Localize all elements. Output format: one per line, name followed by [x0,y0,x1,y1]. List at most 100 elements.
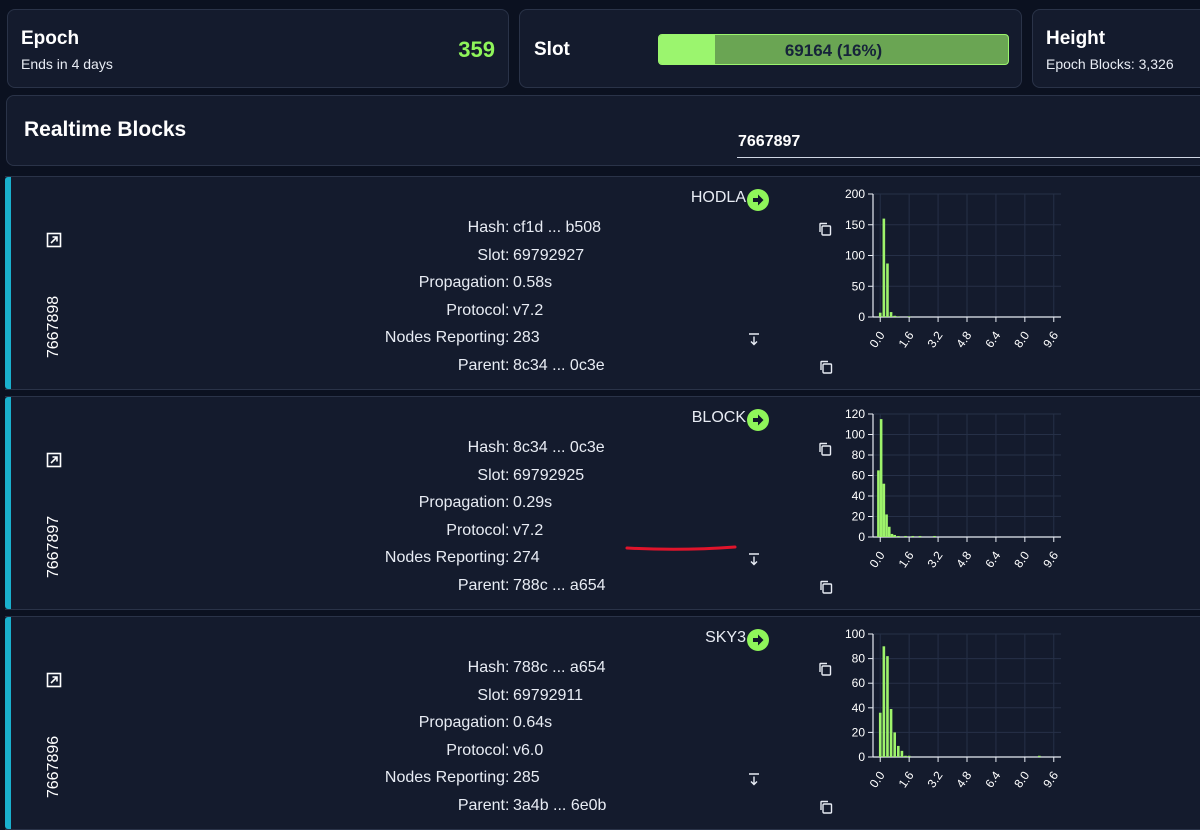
pool-name[interactable]: SKY3 [705,629,746,647]
arrow-right-circle-icon[interactable] [747,189,769,211]
field-colon: : [505,521,510,539]
copy-icon[interactable] [819,800,833,814]
x-tick-label: 4.8 [953,768,974,790]
slot-value: 69792927 [513,246,585,264]
sort-down-icon[interactable] [747,772,761,786]
field-colon: : [505,329,510,347]
arrow-right-circle-icon[interactable] [747,409,769,431]
copy-icon[interactable] [819,360,833,374]
field-colon: : [505,686,510,704]
external-link-icon[interactable] [46,232,62,248]
external-link-icon[interactable] [46,672,62,688]
slot-label: Slot [477,246,505,264]
nodes-value: 285 [513,769,540,787]
slot-title: Slot [534,39,570,60]
field-slot: Slot:69792925 [405,467,835,491]
y-tick-label: 60 [852,469,866,483]
field-hash: Hash: cf1d ... b508 [405,219,835,243]
x-tick-label: 1.6 [896,328,917,350]
block-accent-bar [5,397,11,609]
y-tick-label: 100 [845,428,865,442]
histogram-bar [907,316,911,317]
block-accent-bar [5,617,11,829]
protocol-label: Protocol [446,741,505,759]
field-propagation: Propagation:0.58s [405,274,835,298]
histogram-bar [907,755,911,757]
parent-value: 3a4b ... 6e0b [513,797,607,814]
copy-icon[interactable] [818,442,832,456]
histogram-bar [893,732,896,757]
x-tick-label: 3.2 [924,548,945,570]
y-tick-label: 80 [852,652,866,666]
protocol-underline-annotation [625,545,737,551]
histogram-bar [887,526,891,537]
x-tick-label: 8.0 [1011,768,1032,790]
field-colon: : [505,797,510,814]
histogram-bar [1038,755,1041,757]
block-number: 7667897 [45,515,62,579]
pool-name[interactable]: BLOCK [692,409,746,427]
histogram-bar [882,218,886,317]
histogram-bar [904,535,907,537]
block-search-input[interactable] [737,126,1200,158]
chart: 0 50 100 150 200 0.0 1.6 3.2 4.8 6.4 8.0 9.6 [837,183,1067,358]
histogram-bar [882,646,886,757]
field-colon: : [505,274,510,292]
histogram-bar [878,312,882,317]
epoch-subtitle: Ends in 4 days [21,56,113,72]
field-colon: : [505,439,510,456]
field-colon: : [505,246,510,264]
realtime-header: Realtime Blocks [6,95,1200,166]
field-colon: : [505,494,510,512]
protocol-value: v7.2 [513,301,544,319]
y-tick-label: 80 [852,448,866,462]
field-protocol: Protocol: v6.0 [405,742,835,766]
y-tick-label: 40 [852,701,866,715]
epoch-value: 359 [458,37,495,62]
field-parent: Parent:8c34 ... 0c3e [405,357,835,381]
block-number: 7667898 [45,295,62,359]
propagation-histogram: 0 50 100 150 200 0.0 1.6 3.2 4.8 6.4 8.0 9.6 [845,187,1061,350]
parent-label: Parent [457,577,505,594]
field-propagation: Propagation:0.64s [405,714,835,738]
height-card: Height Epoch Blocks: 3,326 [1032,9,1200,88]
pool-name[interactable]: HODLA [691,189,746,207]
field-colon: : [505,659,510,676]
y-tick-label: 100 [845,249,865,263]
x-tick-label: 8.0 [1011,548,1032,570]
histogram-bar [911,535,915,537]
histogram-bar [890,533,894,537]
sort-down-icon[interactable] [747,552,761,566]
slot-label: Slot [477,686,505,704]
block-number: 7667896 [45,735,62,799]
x-tick-label: 6.4 [982,768,1003,790]
x-tick-label: 9.6 [1040,328,1061,350]
block-row: 7667898 HODLA Hash: cf1d ... b508 Slot:69792… [5,176,1200,390]
hash-value: 8c34 ... 0c3e [513,439,605,456]
nodes-label: Nodes Reporting [384,769,505,787]
external-link-icon[interactable] [46,452,62,468]
sort-down-icon[interactable] [747,332,761,346]
hash-label: Hash [467,439,505,456]
histogram-bar [889,312,893,317]
histogram-bar [900,750,904,757]
slot-progress-text: 69164 (16%) [784,41,883,60]
hash-label: Hash [467,219,505,236]
nodes-label: Nodes Reporting [384,549,505,567]
copy-icon[interactable] [818,662,832,676]
y-tick-label: 200 [845,187,865,201]
y-tick-label: 40 [852,489,866,503]
field-hash: Hash:788c ... a654 [405,659,835,683]
histogram-bar [886,656,889,757]
hash-value: cf1d ... b508 [513,219,602,236]
y-tick-label: 100 [845,627,865,641]
y-tick-label: 120 [845,407,865,421]
propagation-value: 0.64s [513,714,553,732]
copy-icon[interactable] [819,580,833,594]
field-slot: Slot:69792927 [405,247,835,271]
arrow-right-circle-icon[interactable] [747,629,769,651]
block-number-cell: 7667897 [32,452,76,578]
copy-icon[interactable] [818,222,832,236]
y-tick-label: 50 [852,279,866,293]
protocol-label: Protocol [446,301,505,319]
